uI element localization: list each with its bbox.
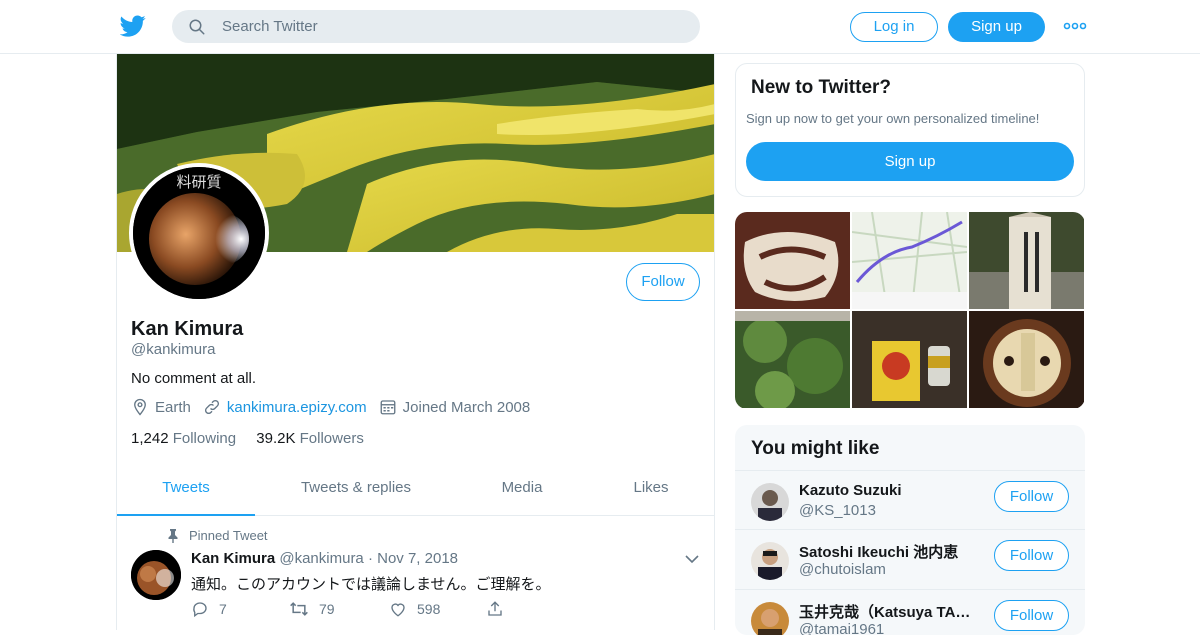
link-icon [204, 399, 219, 415]
media-thumbnail[interactable] [969, 311, 1084, 408]
snack-and-drink-image [852, 311, 967, 408]
suggestion-handle: @tamai1961 [799, 621, 885, 635]
like-count: 598 [417, 601, 441, 617]
suggestion-row[interactable]: Kazuto Suzuki @KS_1013 Follow [735, 470, 1085, 529]
media-thumbnail[interactable] [852, 311, 967, 408]
profile-tabs: Tweets Tweets & replies Media Likes [117, 464, 714, 516]
profile-bio: No comment at all. [131, 370, 257, 387]
suggestion-follow-button[interactable]: Follow [994, 481, 1069, 512]
location-item: Earth [131, 398, 191, 416]
suggestion-name[interactable]: Kazuto Suzuki [799, 482, 979, 499]
media-thumbnail[interactable] [969, 212, 1084, 309]
signup-button[interactable]: Sign up [948, 12, 1045, 42]
profile-handle: @kankimura [131, 341, 216, 358]
you-might-like-card: You might like Kazuto Suzuki @KS_1013 Fo… [735, 425, 1085, 635]
tweet-author-handle[interactable]: @kankimura [279, 550, 363, 567]
new-to-twitter-title: New to Twitter? [751, 77, 892, 98]
suggestion-avatar[interactable] [751, 483, 789, 521]
restaurant-sign-image [735, 212, 850, 309]
suggestion-avatar[interactable] [751, 542, 789, 580]
garden-plants-image [735, 311, 850, 408]
profile-avatar[interactable]: 料研質 [129, 163, 269, 303]
search-bar[interactable] [172, 10, 700, 43]
retweet-count: 79 [319, 601, 335, 617]
location-pin-icon [134, 398, 146, 416]
search-icon [189, 19, 205, 35]
tweet-text: 通知。このアカウントでは議論しません。ご理解を。 [191, 576, 551, 593]
profile-name: Kan Kimura [131, 318, 244, 340]
profile-column: 料研質 Follow Kan Kimura @kankimura No comm… [116, 54, 715, 630]
more-dots-icon[interactable] [1063, 18, 1087, 34]
chevron-down-icon[interactable] [685, 554, 699, 564]
twitter-logo-icon[interactable] [120, 13, 146, 39]
tweet-avatar[interactable] [131, 550, 181, 600]
joined-text: Joined March 2008 [402, 398, 531, 416]
sidebar-signup-button[interactable]: Sign up [746, 142, 1074, 181]
suggestion-row[interactable]: Satoshi Ikeuchi 池内恵 @chutoislam Follow [735, 529, 1085, 588]
suggestion-row[interactable]: 玉井克哉（Katsuya TAMAI） @tamai1961 Follow [735, 589, 1085, 635]
new-to-twitter-text: Sign up now to get your own personalized… [746, 111, 1040, 126]
retweet-icon [290, 602, 308, 616]
website-link[interactable]: kankimura.epizy.com [227, 399, 367, 416]
new-to-twitter-card: New to Twitter? Sign up now to get your … [735, 63, 1085, 197]
media-thumbnail[interactable] [852, 212, 967, 309]
following-count: 1,242 [131, 430, 169, 447]
pin-icon [168, 528, 178, 543]
map-screenshot-image [852, 212, 967, 309]
you-might-like-title: You might like [751, 438, 880, 459]
tab-media[interactable]: Media [467, 464, 577, 516]
like-action[interactable]: 598 [389, 600, 440, 618]
followers-count: 39.2K [256, 430, 296, 447]
suggestion-handle: @KS_1013 [799, 502, 876, 519]
location-text: Earth [155, 398, 191, 416]
tab-tweets-replies[interactable]: Tweets & replies [287, 464, 425, 516]
joined-item: Joined March 2008 [379, 398, 531, 416]
tweet-header: Kan Kimura @kankimura · Nov 7, 2018 [191, 550, 458, 567]
retweet-action[interactable]: 79 [289, 600, 335, 618]
website-item[interactable]: kankimura.epizy.com [203, 398, 367, 416]
heart-icon [391, 603, 405, 617]
reply-icon [193, 602, 207, 618]
calendar-icon [380, 400, 396, 415]
top-bar: Log in Sign up [0, 0, 1200, 54]
reply-count: 7 [219, 601, 227, 617]
media-thumbnail[interactable] [735, 212, 850, 309]
suggestion-name[interactable]: Satoshi Ikeuchi 池内恵 [799, 541, 979, 562]
following-count-link[interactable]: 1,242 Following [131, 430, 236, 447]
search-input[interactable] [222, 10, 682, 43]
avatar-caption: 料研質 [176, 173, 221, 191]
share-action[interactable] [486, 600, 514, 618]
suggestion-avatar[interactable] [751, 602, 789, 635]
pinned-tweet-indicator: Pinned Tweet [167, 528, 268, 543]
reply-action[interactable]: 7 [191, 600, 227, 618]
following-label: Following [172, 430, 237, 447]
follow-button[interactable]: Follow [626, 263, 700, 301]
profile-counts: 1,242 Following 39.2K Followers [131, 430, 380, 447]
profile-meta: Earth kankimura.epizy.com Joined March 2… [131, 398, 542, 416]
login-button[interactable]: Log in [850, 12, 938, 42]
followers-label: Followers [299, 430, 364, 447]
moon-eclipse-avatar-small [131, 550, 181, 600]
suggestion-handle: @chutoislam [799, 561, 886, 578]
media-thumbnail[interactable] [735, 311, 850, 408]
pinned-label: Pinned Tweet [189, 528, 268, 543]
tweet-separator: · [367, 550, 373, 567]
tweet-date[interactable]: Nov 7, 2018 [377, 550, 458, 567]
tweet-author-name[interactable]: Kan Kimura [191, 550, 275, 567]
suggestion-follow-button[interactable]: Follow [994, 540, 1069, 571]
photos-videos-grid [735, 212, 1085, 409]
moon-eclipse-avatar-image: 料研質 [133, 167, 265, 299]
tab-likes[interactable]: Likes [607, 464, 695, 516]
shrine-pillar-image [969, 212, 1084, 309]
ramen-bowl-image [969, 311, 1084, 408]
share-icon [488, 601, 502, 616]
suggestion-follow-button[interactable]: Follow [994, 600, 1069, 631]
tab-tweets[interactable]: Tweets [117, 464, 255, 516]
followers-count-link[interactable]: 39.2K Followers [256, 430, 364, 447]
suggestion-name[interactable]: 玉井克哉（Katsuya TAMAI） [799, 601, 979, 622]
